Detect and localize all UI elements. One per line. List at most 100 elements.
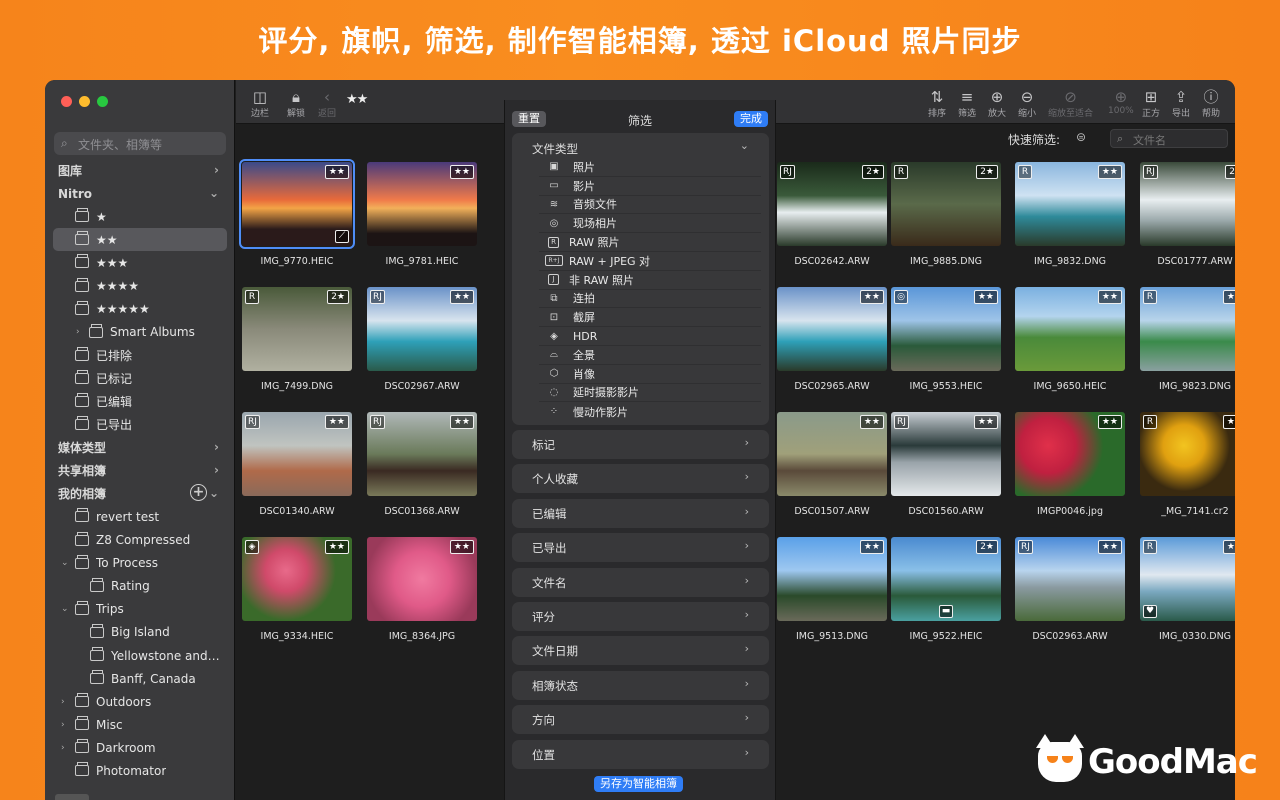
photo-thumbnail[interactable]: RJ ★★ (367, 412, 477, 496)
photo-thumbnail[interactable]: R ★★ (1140, 412, 1235, 496)
file-type-option[interactable]: ⧉ 连拍 (539, 290, 761, 309)
photo-thumbnail[interactable]: R ★★ ♥ (1140, 537, 1235, 621)
photo-cell[interactable]: RJ ★★ DSC02963.ARW (1009, 529, 1131, 647)
file-type-option[interactable]: ⌓ 全景 (539, 346, 761, 365)
photo-thumbnail[interactable]: R ★★ (1140, 287, 1235, 371)
sidebar-item-photomator[interactable]: Photomator (45, 759, 235, 782)
sidebar-item-exported[interactable]: 已导出 (45, 413, 235, 436)
disclosure-right-icon[interactable]: › (61, 743, 65, 753)
filter-row[interactable]: 已编辑 › (512, 498, 769, 528)
sidebar-item-trips[interactable]: ⌄ Trips (45, 598, 235, 621)
photo-cell[interactable]: ★★ IMGP0046.jpg (1009, 404, 1131, 522)
sidebar-item-to-process[interactable]: ⌄ To Process (45, 552, 235, 575)
back-button[interactable]: ‹ 返回 (318, 88, 336, 119)
file-type-option[interactable]: ▭ 影片 (539, 177, 761, 196)
quick-filter-icon[interactable]: ⊜ (1076, 130, 1086, 144)
sidebar-item-4star[interactable]: ★★★★ (45, 274, 235, 297)
close-window-button[interactable] (61, 96, 72, 107)
sidebar-item-z8-compressed[interactable]: Z8 Compressed (45, 529, 235, 552)
photo-cell[interactable]: R ★★ _MG_7141.cr2 (1134, 404, 1235, 522)
file-type-option[interactable]: ⊡ 截屏 (539, 308, 761, 328)
zoom-window-button[interactable] (97, 96, 108, 107)
zoom-in-button[interactable]: ⊕ 放大 (988, 88, 1006, 119)
disclosure-right-icon[interactable]: › (61, 697, 65, 707)
file-type-option[interactable]: R+J RAW + JPEG 对 (539, 252, 761, 271)
photo-cell[interactable]: RJ ★★ DSC01368.ARW (361, 404, 483, 522)
photo-cell[interactable]: ★★ DSC02965.ARW (771, 279, 893, 397)
sidebar-item-flagged[interactable]: 已标记 (45, 367, 235, 390)
photo-cell[interactable]: ★★ ⟋ IMG_9770.HEIC (236, 154, 358, 272)
photo-thumbnail[interactable]: RJ ★★ (242, 412, 352, 496)
file-type-option[interactable]: ⬡ 肖像 (539, 365, 761, 384)
sidebar-item-revert-test[interactable]: revert test (45, 505, 235, 528)
sidebar-section-shared-albums[interactable]: 共享相簿 › (45, 459, 235, 482)
photo-cell[interactable]: R 2★ IMG_9885.DNG (885, 154, 1007, 272)
sort-button[interactable]: ⇅ 排序 (928, 88, 946, 119)
photo-cell[interactable]: ★★ IMG_9513.DNG (771, 529, 893, 647)
photo-thumbnail[interactable]: ★★ (777, 537, 887, 621)
photo-thumbnail[interactable]: R ★★ (1015, 162, 1125, 246)
photo-thumbnail[interactable]: R 2★ (242, 287, 352, 371)
photo-thumbnail[interactable]: RJ ★★ (1015, 537, 1125, 621)
disclosure-down-icon[interactable]: ⌄ (61, 558, 69, 568)
filter-row[interactable]: 文件名 › (512, 567, 769, 597)
file-type-header[interactable]: 文件类型 (532, 141, 578, 157)
filter-row[interactable]: 方向 › (512, 705, 769, 735)
sidebar-toggle-button[interactable]: ◫ 边栏 (251, 88, 269, 119)
help-button[interactable]: ⓘ 帮助 (1202, 88, 1220, 119)
photo-cell[interactable]: ★★ DSC01507.ARW (771, 404, 893, 522)
sidebar-item-2star[interactable]: ★★ (53, 228, 227, 252)
sidebar-item-rating[interactable]: Rating (45, 575, 235, 598)
sidebar-item-darkroom[interactable]: › Darkroom (45, 736, 235, 759)
photo-cell[interactable]: R ★★ IMG_9823.DNG (1134, 279, 1235, 397)
photo-cell[interactable]: RJ ★★ DSC01340.ARW (236, 404, 358, 522)
photo-thumbnail[interactable]: RJ ★★ (367, 287, 477, 371)
disclosure-right-icon[interactable]: › (76, 327, 80, 337)
photo-cell[interactable]: 2★ ▬ IMG_9522.HEIC (885, 529, 1007, 647)
photo-thumbnail[interactable]: ◈ ★★ (242, 537, 352, 621)
photo-thumbnail[interactable]: 2★ ▬ (891, 537, 1001, 621)
photo-cell[interactable]: RJ ★★ DSC01560.ARW (885, 404, 1007, 522)
filter-row[interactable]: 个人收藏 › (512, 464, 769, 494)
filter-row[interactable]: 相簿状态 › (512, 670, 769, 700)
filter-row[interactable]: 位置 › (512, 739, 769, 769)
done-button[interactable]: 完成 (734, 111, 768, 127)
photo-cell[interactable]: R ★★ ♥ IMG_0330.DNG (1134, 529, 1235, 647)
photo-thumbnail[interactable]: ★★ ⟋ (239, 159, 355, 249)
sidebar-item-big-island[interactable]: Big Island (45, 621, 235, 644)
file-type-option[interactable]: ◈ HDR (539, 327, 761, 346)
export-button[interactable]: ⇪ 导出 (1172, 88, 1190, 119)
photo-cell[interactable]: R ★★ IMG_9832.DNG (1009, 154, 1131, 272)
disclosure-down-icon[interactable]: ⌄ (61, 604, 69, 614)
photo-thumbnail[interactable]: RJ 2★ (777, 162, 887, 246)
photo-thumbnail[interactable]: R 2★ (891, 162, 1001, 246)
sidebar-item-banff[interactable]: Banff, Canada (45, 667, 235, 690)
file-type-option[interactable]: ◌ 延时摄影影片 (539, 384, 761, 403)
sidebar-item-excluded[interactable]: 已排除 (45, 344, 235, 367)
sidebar-item-yellowstone[interactable]: Yellowstone and Tet... (45, 644, 235, 667)
photo-cell[interactable]: ★★ IMG_9650.HEIC (1009, 279, 1131, 397)
photo-cell[interactable]: ★★ IMG_9781.HEIC (361, 154, 483, 272)
sidebar-bottom-control[interactable] (55, 794, 89, 800)
file-type-option[interactable]: R RAW 照片 (539, 233, 761, 252)
sidebar-item-3star[interactable]: ★★★ (45, 251, 235, 274)
sidebar-item-smart-albums[interactable]: › Smart Albums (45, 321, 235, 344)
file-type-option[interactable]: ⁘ 慢动作影片 (539, 402, 761, 421)
filter-row[interactable]: 标记 › (512, 430, 769, 459)
add-album-icon[interactable]: + (190, 484, 207, 502)
photo-cell[interactable]: ◈ ★★ IMG_9334.HEIC (236, 529, 358, 647)
photo-cell[interactable]: RJ 2★ DSC01777.ARW (1134, 154, 1235, 272)
photo-thumbnail[interactable]: ★★ (1015, 412, 1125, 496)
photo-thumbnail[interactable]: RJ ★★ (891, 412, 1001, 496)
photo-thumbnail[interactable]: ★★ (367, 537, 477, 621)
sidebar-item-misc[interactable]: › Misc (45, 713, 235, 736)
photo-cell[interactable]: ◎ ★★ IMG_9553.HEIC (885, 279, 1007, 397)
filename-search-input[interactable]: ⌕ 文件名 (1110, 129, 1228, 148)
file-type-option[interactable]: J 非 RAW 照片 (539, 271, 761, 290)
sidebar-item-5star[interactable]: ★★★★★ (45, 298, 235, 321)
sidebar-section-my-albums[interactable]: 我的相簿 + ⌄ (45, 482, 235, 505)
zoom-out-button[interactable]: ⊖ 缩小 (1018, 88, 1036, 119)
filter-row[interactable]: 评分 › (512, 601, 769, 631)
zoom-100-button[interactable]: ⊕ 100% (1108, 88, 1134, 116)
file-type-option[interactable]: ▣ 照片 (539, 158, 761, 177)
